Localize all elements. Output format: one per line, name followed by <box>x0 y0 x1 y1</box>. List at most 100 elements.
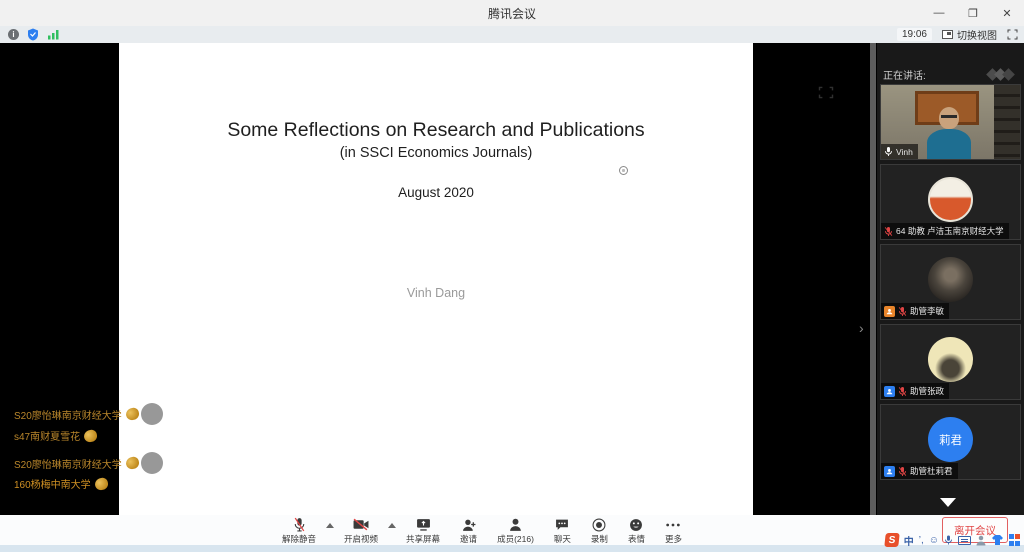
close-button[interactable]: ✕ <box>990 0 1024 26</box>
switch-view-icon <box>942 30 953 39</box>
mic-muted-icon <box>898 386 907 397</box>
chat-button[interactable]: 聊天 <box>544 517 581 545</box>
window-title: 腾讯会议 <box>488 5 536 22</box>
record-label: 录制 <box>591 533 608 545</box>
mic-on-icon <box>884 146 893 157</box>
status-left: i <box>0 28 60 41</box>
watermark-logo-icon <box>984 68 1018 82</box>
window-controls: — ❐ ✕ <box>922 0 1024 26</box>
emoji-icon <box>628 517 644 532</box>
shared-slide: Some Reflections on Research and Publica… <box>119 43 753 515</box>
fullscreen-icon[interactable] <box>1007 29 1018 40</box>
clap-emoji-icon <box>125 456 140 470</box>
participant-video-tile[interactable]: Vinh <box>881 85 1020 159</box>
participant-tiles: Vinh 64 助教 卢洁玉南京财经大学 <box>881 85 1020 479</box>
clap-emoji-icon <box>83 428 98 442</box>
switch-view-button[interactable]: 切换视图 <box>942 27 997 42</box>
account-icon[interactable] <box>976 535 986 546</box>
slide-title: Some Reflections on Research and Publica… <box>119 119 753 142</box>
invite-label: 邀请 <box>460 533 477 545</box>
ime-mode-toggle[interactable]: 中 <box>904 533 914 548</box>
unmute-button[interactable]: 解除静音 <box>272 517 326 545</box>
participant-avatar: 莉君 <box>928 417 973 462</box>
emoji-label: 表情 <box>628 533 645 545</box>
emoji-button[interactable]: 表情 <box>618 517 655 545</box>
members-button[interactable]: 成员(216) <box>487 517 544 545</box>
slide-subtitle: (in SSCI Economics Journals) <box>119 145 753 161</box>
participant-name: Vinh <box>896 147 913 157</box>
participant-name: 助管李敏 <box>910 305 944 317</box>
toolbar-buttons: 解除静音 开启视频 <box>272 517 692 545</box>
share-screen-icon <box>415 517 431 532</box>
cohost-badge-icon <box>884 466 895 477</box>
toolbox-grid-icon[interactable] <box>1009 534 1021 546</box>
reaction-bubble <box>141 403 163 425</box>
reaction-message: S20廖怡琳南京财经大学 <box>14 403 163 425</box>
cohost-badge-icon <box>884 306 895 317</box>
chat-label: 聊天 <box>554 533 571 545</box>
chat-icon <box>554 517 570 532</box>
more-label: 更多 <box>665 533 682 545</box>
participant-video-tile[interactable]: 助管张政 <box>881 325 1020 399</box>
sogou-logo-icon[interactable]: S <box>884 533 899 547</box>
mic-muted-icon <box>898 306 907 317</box>
meeting-time: 19:06 <box>897 28 932 41</box>
reaction-message: 160杨梅中南大学 <box>14 476 108 491</box>
restore-button[interactable]: ❐ <box>956 0 990 26</box>
record-button[interactable]: 录制 <box>581 517 618 545</box>
tencent-meeting-window: 腾讯会议 — ❐ ✕ i 19:06 切换视图 <box>0 0 1024 552</box>
skin-shirt-icon[interactable] <box>991 534 1004 546</box>
reaction-sender: 160杨梅中南大学 <box>14 476 91 491</box>
speaking-label: 正在讲话: <box>883 67 926 82</box>
participants-sidebar: 正在讲话: Vinh <box>877 43 1024 515</box>
punctuation-toggle[interactable]: ’, <box>919 535 924 546</box>
info-icon[interactable]: i <box>8 29 19 40</box>
slide-date: August 2020 <box>119 185 753 200</box>
meeting-status-bar: i 19:06 切换视图 <box>0 26 1024 43</box>
expand-stage-icon[interactable] <box>818 86 834 99</box>
title-bar: 腾讯会议 — ❐ ✕ <box>0 0 1024 26</box>
participant-video-tile[interactable]: 莉君 助管杜莉君 <box>881 405 1020 479</box>
participant-name: 64 助教 卢洁玉南京财经大学 <box>896 225 1004 237</box>
scroll-down-arrow-icon[interactable] <box>940 498 956 507</box>
participant-name-tag: 助管李敏 <box>881 303 949 319</box>
camera-off-icon <box>353 517 369 532</box>
ime-tray: S 中 ’, ☺ <box>885 531 1021 549</box>
reaction-bubble <box>141 452 163 474</box>
soft-keyboard-icon[interactable] <box>958 536 971 545</box>
reaction-message: S20廖怡琳南京财经大学 <box>14 452 163 474</box>
switch-view-label: 切换视图 <box>957 27 997 42</box>
participant-name-tag: Vinh <box>881 144 918 159</box>
share-screen-button[interactable]: 共享屏幕 <box>396 517 450 545</box>
mic-options-arrow-icon[interactable] <box>326 523 334 528</box>
participant-avatar <box>928 177 973 222</box>
start-video-button[interactable]: 开启视频 <box>334 517 388 545</box>
invite-icon <box>461 517 477 532</box>
participant-video-tile[interactable]: 64 助教 卢洁玉南京财经大学 <box>881 165 1020 239</box>
presentation-stage: Some Reflections on Research and Publica… <box>0 43 880 515</box>
more-icon <box>665 517 681 532</box>
unmute-label: 解除静音 <box>282 533 316 545</box>
cohost-badge-icon <box>884 386 895 397</box>
emoji-picker-icon[interactable]: ☺ <box>929 535 939 546</box>
stage-scrollbar[interactable] <box>870 43 876 515</box>
members-icon <box>507 517 523 532</box>
reaction-sender: S20廖怡琳南京财经大学 <box>14 456 122 471</box>
participant-video-tile[interactable]: 助管李敏 <box>881 245 1020 319</box>
participant-name: 助管杜莉君 <box>910 465 953 477</box>
collapse-sidebar-chevron-icon[interactable]: › <box>859 320 864 336</box>
shield-security-icon[interactable] <box>27 28 39 41</box>
mic-muted-icon <box>898 466 907 477</box>
pointer-cursor-icon <box>619 166 628 175</box>
clap-emoji-icon <box>94 476 109 490</box>
mic-muted-icon <box>884 226 893 237</box>
more-button[interactable]: 更多 <box>655 517 692 545</box>
video-options-arrow-icon[interactable] <box>388 523 396 528</box>
reaction-sender: s47南财夏雪花 <box>14 428 80 443</box>
network-signal-icon[interactable] <box>47 29 60 40</box>
participant-name-tag: 助管杜莉君 <box>881 463 958 479</box>
invite-button[interactable]: 邀请 <box>450 517 487 545</box>
minimize-button[interactable]: — <box>922 0 956 26</box>
reaction-sender: S20廖怡琳南京财经大学 <box>14 407 122 422</box>
voice-input-icon[interactable] <box>944 534 953 546</box>
